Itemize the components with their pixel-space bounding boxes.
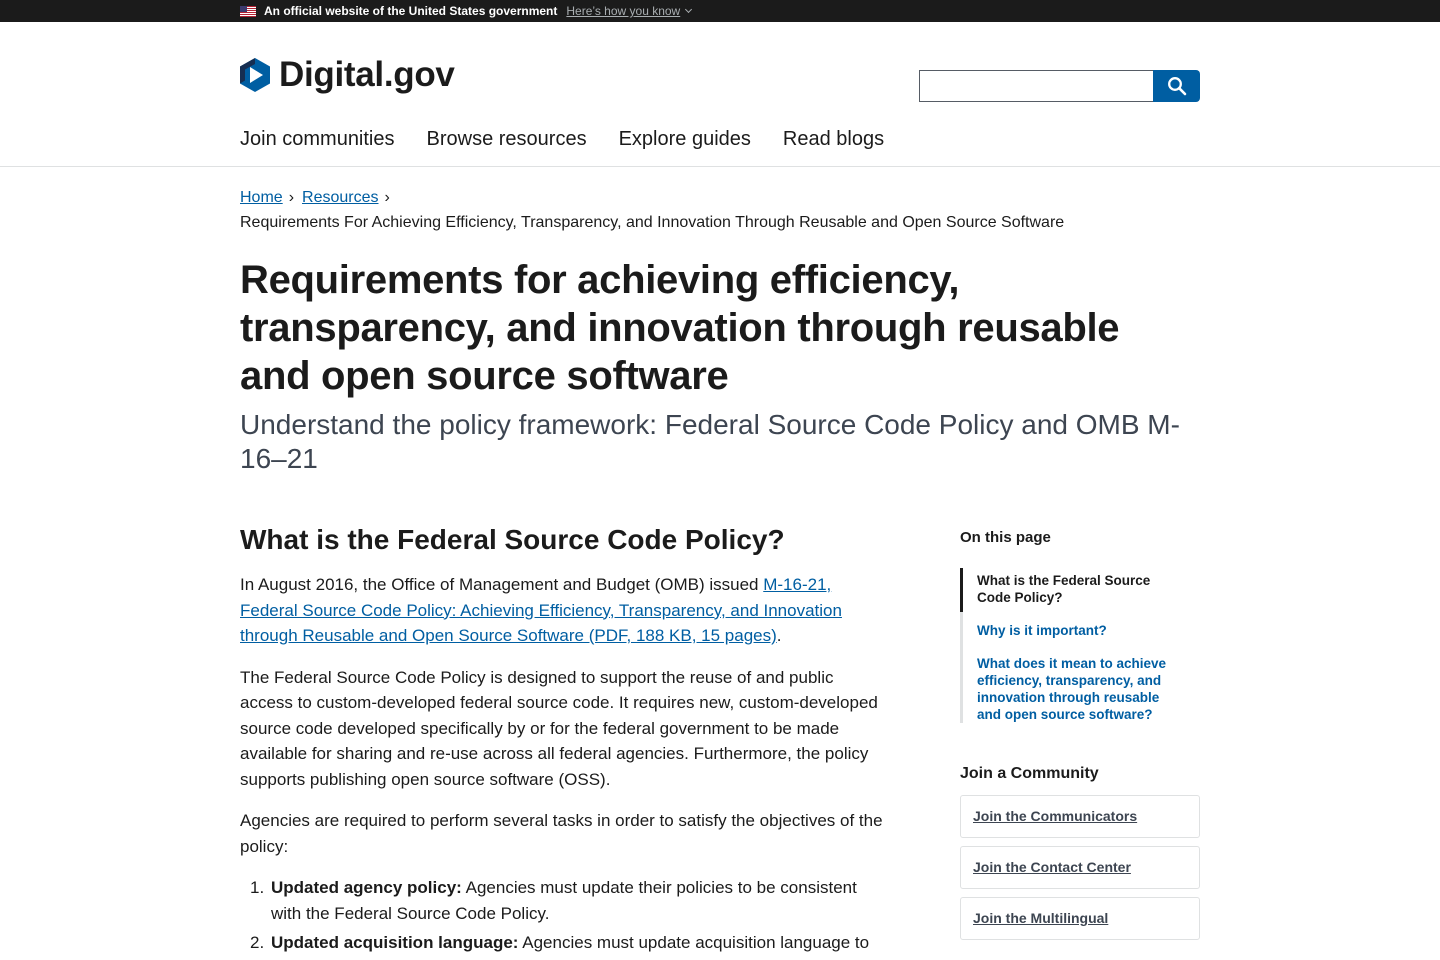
join-communicators-button[interactable]: Join the Communicators <box>960 795 1200 838</box>
join-community-heading: Join a Community <box>960 765 1099 782</box>
heres-how-you-know-link[interactable]: Here’s how you know <box>566 4 680 18</box>
main-nav: Join communities Browse resources Explor… <box>240 128 916 151</box>
paragraph-text: . <box>776 626 782 645</box>
on-this-page-heading: On this page <box>960 529 1051 546</box>
page-subtitle: Understand the policy framework: Federal… <box>240 409 1180 474</box>
join-multilingual-button[interactable]: Join the Multilingual <box>960 897 1200 940</box>
chevron-right-icon: › <box>384 189 390 206</box>
gov-banner-text: An official website of the United States… <box>264 4 558 18</box>
article-body: What is the Federal Source Code Policy? … <box>240 524 890 960</box>
breadcrumb-current: Requirements For Achieving Efficiency, T… <box>240 214 1065 231</box>
list-item-text: Agencies must update acquisition languag… <box>518 933 870 952</box>
list-item-title: Updated agency policy: <box>271 878 462 897</box>
list-item: 2. Updated acquisition language: Agencie… <box>240 930 890 956</box>
nav-explore-guides[interactable]: Explore guides <box>619 128 751 151</box>
digitalgov-logo-icon <box>240 58 270 92</box>
list-item: 1. Updated agency policy: Agencies must … <box>240 875 890 926</box>
nav-read-blogs[interactable]: Read blogs <box>783 128 884 151</box>
paragraph-text: In August 2016, the Office of Management… <box>240 575 764 594</box>
join-contact-center-button[interactable]: Join the Contact Center <box>960 846 1200 889</box>
logo-text: Digital.gov <box>279 55 455 94</box>
nav-browse-resources[interactable]: Browse resources <box>427 128 587 151</box>
gov-banner: An official website of the United States… <box>0 0 1440 22</box>
us-flag-icon <box>240 5 256 17</box>
site-logo[interactable]: Digital.gov <box>240 55 455 95</box>
breadcrumb-home[interactable]: Home <box>240 189 283 207</box>
page-title: Requirements for achieving efficiency, t… <box>240 258 1120 398</box>
search-button[interactable] <box>1153 70 1200 102</box>
list-number: 2. <box>250 933 265 952</box>
site-header: Digital.gov Join communities Browse reso… <box>0 22 1440 167</box>
task-list: 1. Updated agency policy: Agencies must … <box>240 875 890 956</box>
table-of-contents: What is the Federal Source Code Policy? … <box>960 568 1200 723</box>
breadcrumb-resources[interactable]: Resources <box>302 189 378 207</box>
toc-item-federal-source-code-policy[interactable]: What is the Federal Source Code Policy? <box>977 572 1177 606</box>
section-heading: What is the Federal Source Code Policy? <box>240 524 785 555</box>
search-input[interactable] <box>919 70 1153 102</box>
paragraph-intro: In August 2016, the Office of Management… <box>240 572 890 649</box>
search-form <box>919 70 1200 102</box>
list-item-title: Updated acquisition language: <box>271 933 519 952</box>
chevron-right-icon: › <box>288 189 295 206</box>
toc-active-indicator <box>960 568 963 612</box>
list-number: 1. <box>250 878 265 897</box>
chevron-down-icon[interactable] <box>685 5 693 13</box>
paragraph-tasks: Agencies are required to perform several… <box>240 811 883 856</box>
nav-join-communities[interactable]: Join communities <box>240 128 395 151</box>
sidebar: On this page What is the Federal Source … <box>960 529 1200 948</box>
search-icon <box>1167 77 1186 96</box>
breadcrumb: Home › Resources › <box>240 189 398 207</box>
paragraph-policy: The Federal Source Code Policy is design… <box>240 667 878 789</box>
toc-item-what-does-it-mean[interactable]: What does it mean to achieve efficiency,… <box>977 655 1177 723</box>
toc-item-why-important[interactable]: Why is it important? <box>977 622 1177 639</box>
